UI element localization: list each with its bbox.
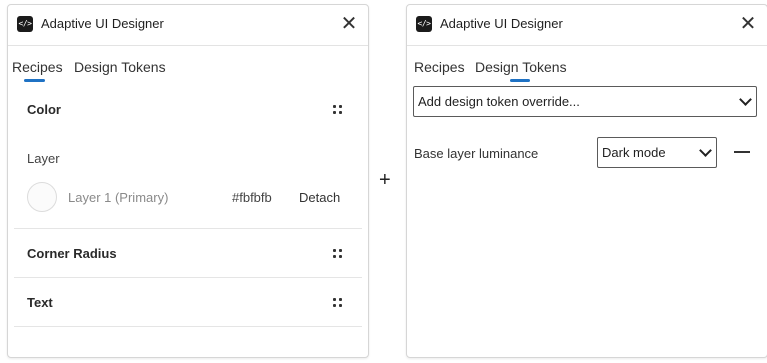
recipes-panel: </> Adaptive UI Designer ✕ Recipes Desig…: [7, 4, 369, 358]
code-logo-icon: </>: [17, 16, 33, 32]
drag-handle-icon[interactable]: [333, 298, 343, 308]
layer-label: Layer: [27, 151, 60, 166]
section-title-color: Color: [27, 102, 61, 117]
chevron-down-icon: [699, 144, 712, 157]
tab-recipes[interactable]: Recipes: [12, 58, 63, 76]
app-title: Adaptive UI Designer: [41, 16, 164, 31]
select-value: Add design token override...: [418, 94, 580, 109]
layer-color-swatch[interactable]: [27, 182, 57, 212]
token-label-base-layer-luminance: Base layer luminance: [414, 146, 539, 161]
tab-recipes[interactable]: Recipes: [414, 58, 465, 76]
section-title-text: Text: [27, 295, 53, 310]
corner-radius-section: Corner Radius: [14, 229, 362, 278]
close-icon[interactable]: ✕: [340, 14, 358, 34]
title-bar: </> Adaptive UI Designer ✕: [8, 5, 368, 46]
plus-icon: +: [379, 169, 391, 191]
drag-handle-icon[interactable]: [333, 105, 343, 115]
chevron-down-icon: [739, 93, 752, 106]
base-layer-luminance-select[interactable]: Dark mode: [597, 137, 717, 168]
add-design-token-override-select[interactable]: Add design token override...: [413, 86, 757, 117]
layer-name: Layer 1 (Primary): [68, 190, 169, 205]
color-section: Color: [14, 91, 362, 229]
tab-design-tokens[interactable]: Design Tokens: [475, 58, 567, 76]
code-logo-icon: </>: [416, 16, 432, 32]
text-section: Text: [14, 278, 362, 327]
minus-icon[interactable]: [734, 151, 750, 153]
tab-design-tokens[interactable]: Design Tokens: [74, 58, 166, 76]
close-icon[interactable]: ✕: [739, 14, 757, 34]
active-tab-indicator: [24, 79, 45, 82]
design-tokens-panel: </> Adaptive UI Designer ✕ Recipes Desig…: [406, 4, 767, 358]
title-bar: </> Adaptive UI Designer ✕: [407, 5, 767, 46]
drag-handle-icon[interactable]: [333, 249, 343, 259]
app-title: Adaptive UI Designer: [440, 16, 563, 31]
detach-button[interactable]: Detach: [299, 190, 340, 205]
select-value: Dark mode: [602, 145, 666, 160]
layer-hex-value: #fbfbfb: [232, 190, 272, 205]
active-tab-indicator: [510, 79, 530, 82]
section-title-corner-radius: Corner Radius: [27, 246, 117, 261]
